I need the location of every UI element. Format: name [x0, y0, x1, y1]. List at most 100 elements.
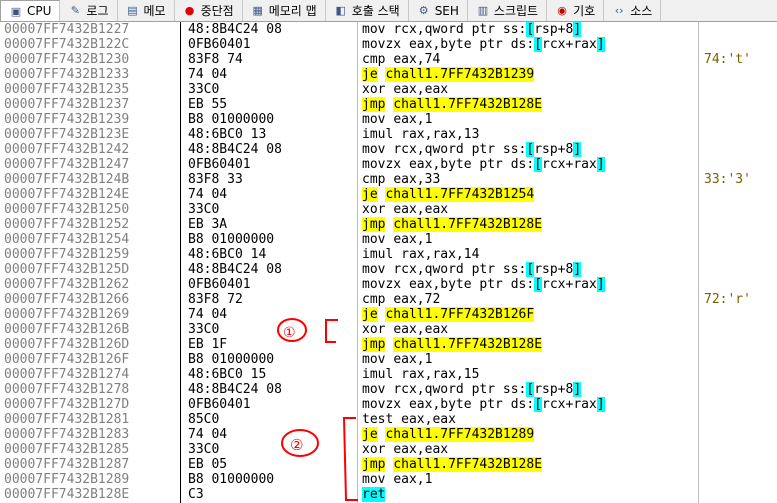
address-cell: 00007FF7432B1227	[4, 22, 130, 37]
tab-label: 중단점	[200, 4, 234, 18]
disasm-row[interactable]: 00007FF7432B1239 B8 01000000 mov eax,1	[0, 112, 777, 127]
address-cell: 00007FF7432B1252	[4, 217, 130, 232]
comment-cell	[704, 277, 774, 292]
disasm-row[interactable]: 00007FF7432B1230 83F8 74 cmp eax,74 74:'t'	[0, 52, 777, 67]
disassembly-view[interactable]: 00007FF7432B1227 48:8B4C24 08 mov rcx,qwor…	[0, 22, 777, 503]
jump-target[interactable]: chall1.7FF7432B1289	[385, 427, 535, 442]
operand: rsp+8	[534, 382, 574, 397]
address-cell: 00007FF7432B1289	[4, 472, 130, 487]
jump-target[interactable]: chall1.7FF7432B1254	[385, 187, 535, 202]
instruction-cell: mov rcx,qword ptr ss:[rsp+8]	[362, 142, 698, 157]
tab-label: 소스	[630, 4, 653, 18]
disasm-row[interactable]: 00007FF7432B1283 74 04 je chall1.7FF7432B1…	[0, 427, 777, 442]
mnemonic: mov	[362, 352, 386, 367]
tab-label: SEH	[434, 3, 459, 18]
tab-script[interactable]: ▥ 스크립트	[468, 0, 548, 21]
tab-cpu[interactable]: ▣ CPU	[0, 0, 61, 21]
operand: rax,rax,14	[401, 247, 480, 262]
operand: eax,eax	[393, 202, 449, 217]
bytes-cell: 33C0	[188, 322, 220, 337]
tab-source[interactable]: ‹› 소스	[604, 0, 662, 21]
instruction-cell: imul rax,rax,13	[362, 127, 698, 142]
jump-target[interactable]: chall1.7FF7432B128E	[393, 217, 543, 232]
disasm-row[interactable]: 00007FF7432B1266 83F8 72 cmp eax,72 72:'r'	[0, 292, 777, 307]
disasm-row[interactable]: 00007FF7432B1259 48:6BC0 14 imul rax,rax,1…	[0, 247, 777, 262]
disasm-row[interactable]: 00007FF7432B1274 48:6BC0 15 imul rax,rax,1…	[0, 367, 777, 382]
jump-target[interactable]: chall1.7FF7432B1239	[385, 67, 535, 82]
disasm-row[interactable]: 00007FF7432B126D EB 1F jmp chall1.7FF7432B…	[0, 337, 777, 352]
bytes-cell: 48:8B4C24 08	[188, 262, 282, 277]
tab-symbols[interactable]: ◉ 기호	[547, 0, 605, 21]
comment-cell	[704, 142, 774, 157]
bytes-cell: 33C0	[188, 82, 220, 97]
tab-label: 메모리 맵	[268, 4, 317, 18]
operand-bracket: ]	[573, 22, 582, 37]
disasm-row[interactable]: 00007FF7432B124E 74 04 je chall1.7FF7432B1…	[0, 187, 777, 202]
disasm-row[interactable]: 00007FF7432B1242 48:8B4C24 08 mov rcx,qwor…	[0, 142, 777, 157]
tab-bar: ▣ CPU ✎ 로그 ▤ 메모 ● 중단점 ▦ 메모리 맵 ◧ 호출 스택 ⚙ SEH ▥ 스크립트 ◉ 기호 ‹›…	[0, 0, 777, 22]
jump-target[interactable]: chall1.7FF7432B128E	[393, 337, 543, 352]
disasm-row[interactable]: 00007FF7432B1250 33C0 xor eax,eax	[0, 202, 777, 217]
tab-notes[interactable]: ▤ 메모	[118, 0, 175, 21]
disasm-row[interactable]: 00007FF7432B1252 EB 3A jmp chall1.7FF7432B…	[0, 217, 777, 232]
breakpoint-icon: ●	[184, 4, 195, 17]
disasm-row[interactable]: 00007FF7432B1247 0FB60401 movzx eax,byte p…	[0, 157, 777, 172]
instruction-cell: movzx eax,byte ptr ds:[rcx+rax]	[362, 157, 698, 172]
jump-target[interactable]: chall1.7FF7432B126F	[385, 307, 535, 322]
bytes-cell: EB 55	[188, 97, 228, 112]
bytes-cell: B8 01000000	[188, 352, 275, 367]
disasm-row[interactable]: 00007FF7432B124B 83F8 33 cmp eax,33 33:'3'	[0, 172, 777, 187]
operand-bracket: ]	[573, 142, 582, 157]
operand-bracket: [	[534, 157, 543, 172]
address-cell: 00007FF7432B127D	[4, 397, 130, 412]
tab-log[interactable]: ✎ 로그	[60, 0, 118, 21]
mnemonic: je	[362, 67, 378, 82]
disasm-row[interactable]: 00007FF7432B1289 B8 01000000 mov eax,1	[0, 472, 777, 487]
disasm-row[interactable]: 00007FF7432B1269 74 04 je chall1.7FF7432B1…	[0, 307, 777, 322]
operand-bracket: ]	[596, 157, 605, 172]
operand: eax,1	[393, 352, 433, 367]
disasm-row[interactable]: 00007FF7432B127D 0FB60401 movzx eax,byte p…	[0, 397, 777, 412]
address-cell: 00007FF7432B1266	[4, 292, 130, 307]
disasm-row[interactable]: 00007FF7432B1281 85C0 test eax,eax	[0, 412, 777, 427]
disasm-row[interactable]: 00007FF7432B1278 48:8B4C24 08 mov rcx,qwor…	[0, 382, 777, 397]
disasm-row[interactable]: 00007FF7432B1227 48:8B4C24 08 mov rcx,qwor…	[0, 22, 777, 37]
disasm-row[interactable]: 00007FF7432B1262 0FB60401 movzx eax,byte p…	[0, 277, 777, 292]
jump-target[interactable]: chall1.7FF7432B128E	[393, 457, 543, 472]
tab-call-stack[interactable]: ◧ 호출 스택	[326, 0, 409, 21]
instruction-cell: imul rax,rax,15	[362, 367, 698, 382]
disasm-row[interactable]: 00007FF7432B123E 48:6BC0 13 imul rax,rax,1…	[0, 127, 777, 142]
disasm-row[interactable]: 00007FF7432B1235 33C0 xor eax,eax	[0, 82, 777, 97]
disasm-row[interactable]: 00007FF7432B1285 33C0 xor eax,eax	[0, 442, 777, 457]
comment-cell	[704, 457, 774, 472]
disasm-row[interactable]: 00007FF7432B1237 EB 55 jmp chall1.7FF7432B…	[0, 97, 777, 112]
tab-breakpoint[interactable]: ● 중단점	[175, 0, 243, 21]
disasm-row[interactable]: 00007FF7432B1287 EB 05 jmp chall1.7FF7432B…	[0, 457, 777, 472]
operand: rcx+rax	[542, 37, 597, 52]
comment-cell: 74:'t'	[704, 52, 751, 67]
operand: rax,rax,15	[401, 367, 480, 382]
tab-memory-map[interactable]: ▦ 메모리 맵	[243, 0, 326, 21]
disasm-row[interactable]: 00007FF7432B125D 48:8B4C24 08 mov rcx,qwor…	[0, 262, 777, 277]
disasm-row[interactable]: 00007FF7432B1254 B8 01000000 mov eax,1	[0, 232, 777, 247]
disasm-row[interactable]: 00007FF7432B126F B8 01000000 mov eax,1	[0, 352, 777, 367]
mnemonic: jmp	[362, 217, 386, 232]
operand: eax,33	[393, 172, 441, 187]
tab-seh[interactable]: ⚙ SEH	[409, 0, 468, 21]
address-cell: 00007FF7432B1283	[4, 427, 130, 442]
bytes-cell: 0FB60401	[188, 37, 251, 52]
comment-cell	[704, 112, 774, 127]
instruction-cell: je chall1.7FF7432B1289	[362, 427, 698, 442]
comment-cell	[704, 472, 774, 487]
jump-target[interactable]: chall1.7FF7432B128E	[393, 97, 543, 112]
operand: rsp+8	[534, 262, 574, 277]
disasm-row[interactable]: 00007FF7432B126B 33C0 xor eax,eax	[0, 322, 777, 337]
disasm-row[interactable]: 00007FF7432B1233 74 04 je chall1.7FF7432B1…	[0, 67, 777, 82]
disasm-row[interactable]: 00007FF7432B122C 0FB60401 movzx eax,byte p…	[0, 37, 777, 52]
instruction-cell: jmp chall1.7FF7432B128E	[362, 337, 698, 352]
comment-cell	[704, 367, 774, 382]
bytes-cell: EB 3A	[188, 217, 228, 232]
instruction-cell: cmp eax,33	[362, 172, 698, 187]
disasm-row[interactable]: 00007FF7432B128E C3 ret	[0, 487, 777, 502]
operand: rsp+8	[534, 142, 574, 157]
